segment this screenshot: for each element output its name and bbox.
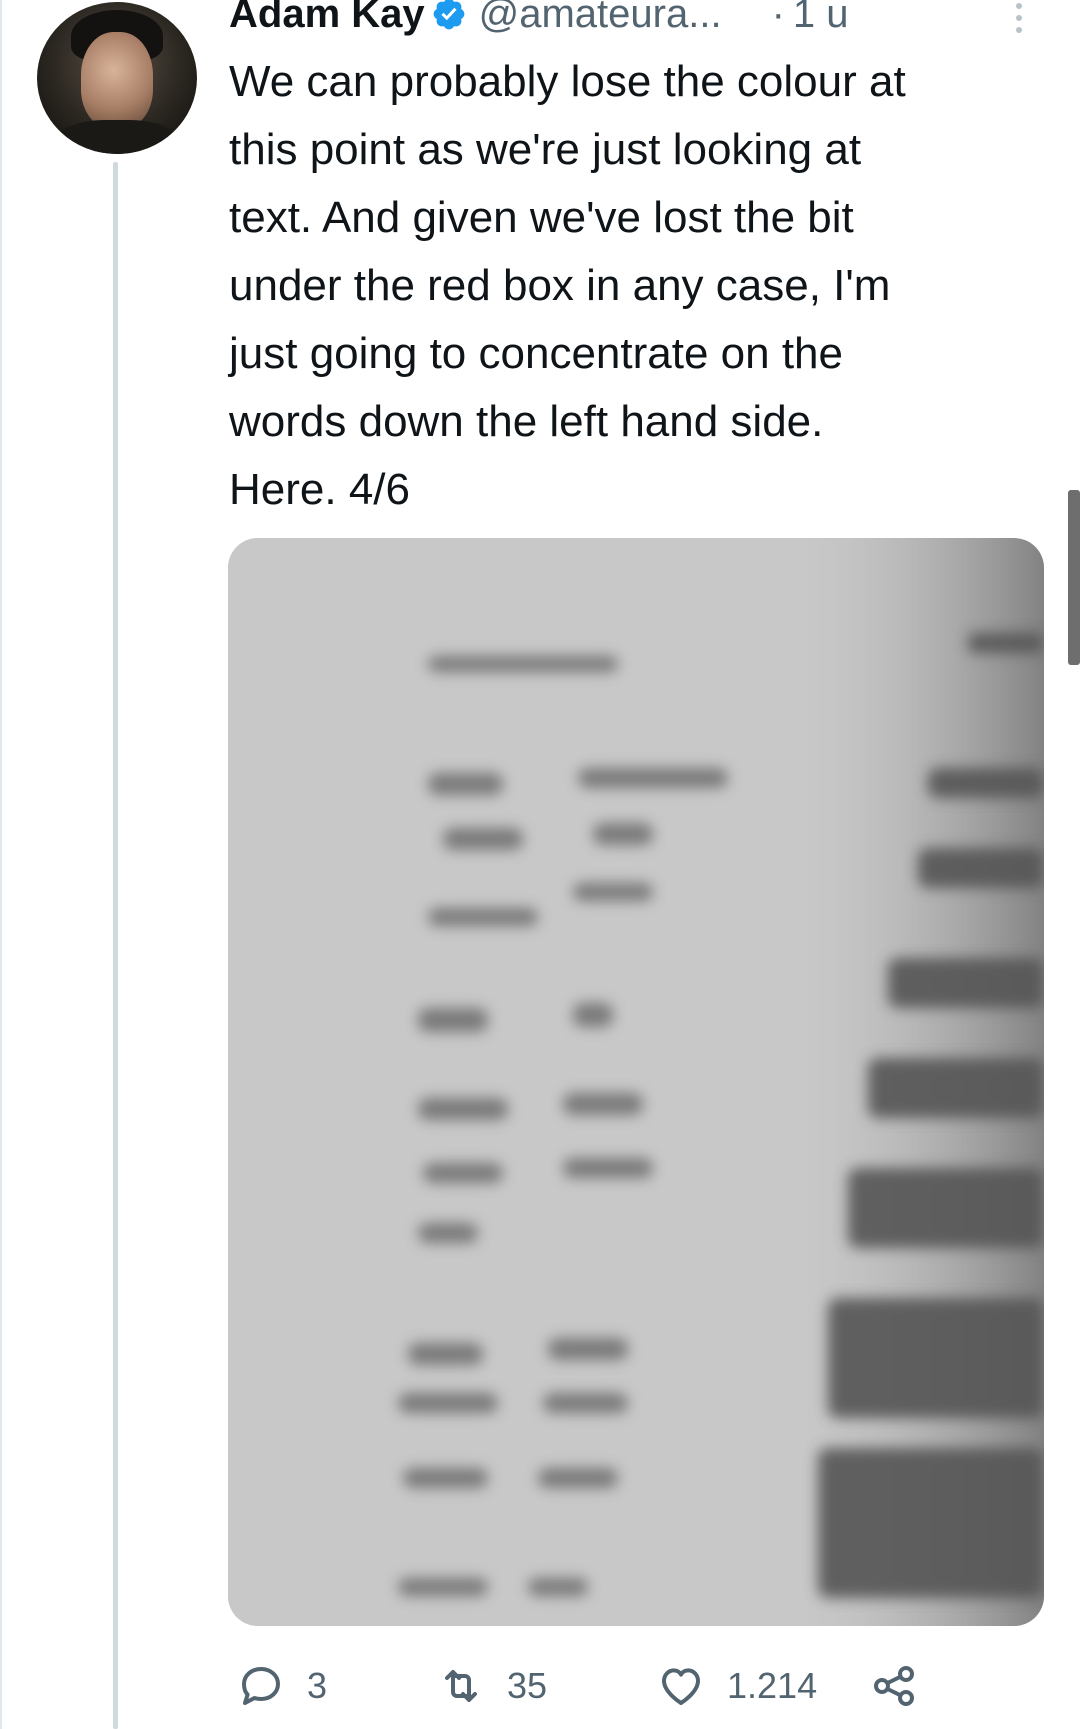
avatar-face [81,32,153,128]
author-name[interactable]: Adam Kay [229,0,425,42]
tweet-text: We can probably lose the colour at this … [229,57,906,514]
retweet-count: 35 [507,1665,548,1706]
reply-icon [242,1667,280,1705]
separator-dot: · [771,0,785,36]
like-button[interactable]: 1.214 [657,1660,817,1712]
retweet-button[interactable]: 35 [437,1660,547,1712]
share-icon [874,1666,914,1706]
heart-icon [662,1668,700,1705]
blurred-document-image [228,538,1044,1626]
tweet-screen: Adam Kay @amateura... · 1 u We can proba… [0,0,1080,1729]
reply-count: 3 [307,1665,328,1706]
timeline-border [0,0,2,1729]
verified-badge-icon [433,0,464,30]
scrollbar-thumb[interactable] [1068,490,1080,665]
more-vertical-icon[interactable] [1012,0,1026,36]
tweet-header: Adam Kay @amateura... · 1 u [229,0,849,42]
tweet-image[interactable] [228,538,1044,1626]
author-handle[interactable]: @amateura... [479,0,722,42]
avatar-collar [57,120,177,154]
share-button[interactable] [870,1660,918,1712]
reply-button[interactable]: 3 [237,1660,327,1712]
like-count: 1.214 [727,1665,818,1706]
tweet-timestamp[interactable]: 1 u [793,0,849,42]
retweet-icon [445,1670,477,1702]
author-avatar[interactable] [37,2,197,154]
tweet-actions: 3 35 1.214 [237,1660,1037,1712]
thread-connector-line [113,162,118,1729]
